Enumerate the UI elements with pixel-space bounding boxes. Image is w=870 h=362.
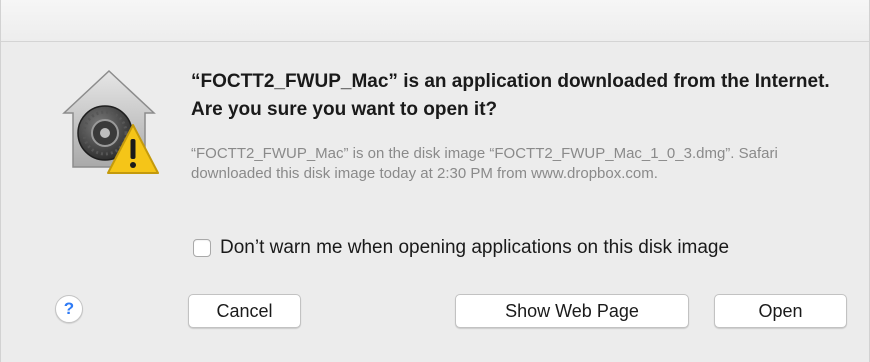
dont-warn-checkbox-row[interactable]: Don’t warn me when opening applications … (193, 236, 729, 260)
help-button[interactable]: ? (55, 295, 83, 323)
dont-warn-checkbox-label[interactable]: Don’t warn me when opening applications … (220, 237, 729, 259)
gatekeeper-warning-icon (57, 67, 161, 179)
show-web-page-button[interactable]: Show Web Page (455, 294, 689, 328)
dialog-heading: “FOCTT2_FWUP_Mac” is an application down… (191, 71, 830, 120)
dont-warn-checkbox[interactable] (193, 239, 211, 257)
cancel-button[interactable]: Cancel (188, 294, 301, 328)
window-titlebar[interactable] (1, 0, 869, 42)
dialog-info-text: “FOCTT2_FWUP_Mac” is on the disk image “… (191, 145, 778, 182)
security-dialog: “FOCTT2_FWUP_Mac” is an application down… (0, 0, 870, 362)
open-button[interactable]: Open (714, 294, 847, 328)
